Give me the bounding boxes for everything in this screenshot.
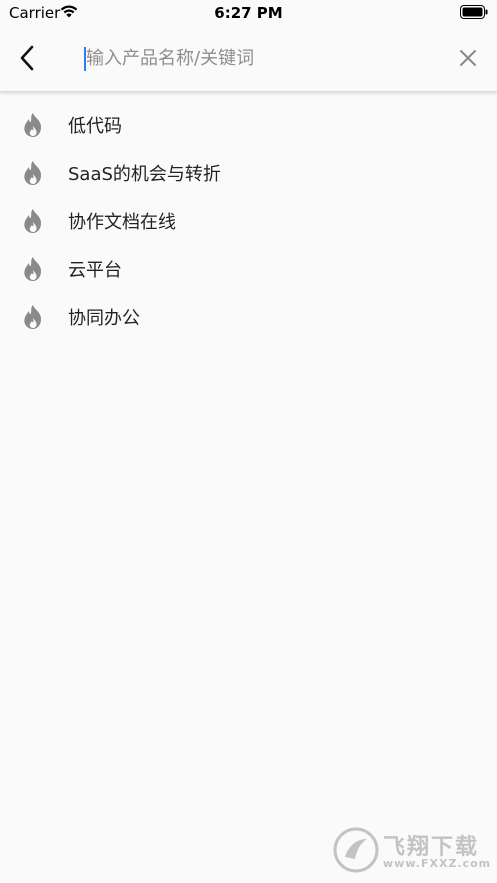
watermark-logo: 飞翔下载 www.FXXZ.com (331, 825, 490, 875)
text-caret (84, 47, 86, 71)
search-input[interactable] (82, 42, 446, 74)
battery-icon (460, 5, 488, 19)
hot-search-label: 低代码 (68, 116, 122, 137)
search-screen: Carrier 6:27 PM 输入产品名称/关键词 低代码 SaaS的机会与转… (0, 0, 497, 883)
flame-icon (24, 161, 42, 185)
hot-search-item-collab-docs[interactable]: 协作文档在线 (0, 197, 497, 245)
clock: 6:27 PM (214, 4, 283, 22)
hot-search-item-collab-office[interactable]: 协同办公 (0, 293, 497, 341)
hot-search-item-saas[interactable]: SaaS的机会与转折 (0, 149, 497, 197)
flame-icon (24, 257, 42, 281)
hot-search-list: 低代码 SaaS的机会与转折 协作文档在线 云平台 协同办公 (0, 101, 497, 341)
hot-search-label: 协作文档在线 (68, 212, 176, 233)
search-bar (0, 26, 497, 92)
hot-search-item-cloud-platform[interactable]: 云平台 (0, 245, 497, 293)
flame-icon (24, 113, 42, 137)
hot-search-label: SaaS的机会与转折 (68, 164, 221, 185)
clear-button[interactable] (453, 43, 483, 73)
hot-search-label: 协同办公 (68, 308, 140, 329)
status-bar: Carrier 6:27 PM (0, 0, 497, 26)
close-icon (460, 50, 476, 66)
flame-icon (24, 305, 42, 329)
chevron-left-icon (20, 45, 34, 71)
back-button[interactable] (10, 40, 44, 76)
hot-search-label: 云平台 (68, 260, 122, 281)
hot-search-item-low-code[interactable]: 低代码 (0, 101, 497, 149)
watermark-emblem-icon (333, 827, 379, 873)
watermark-url: www.FXXZ.com (383, 857, 492, 870)
flame-icon (24, 209, 42, 233)
